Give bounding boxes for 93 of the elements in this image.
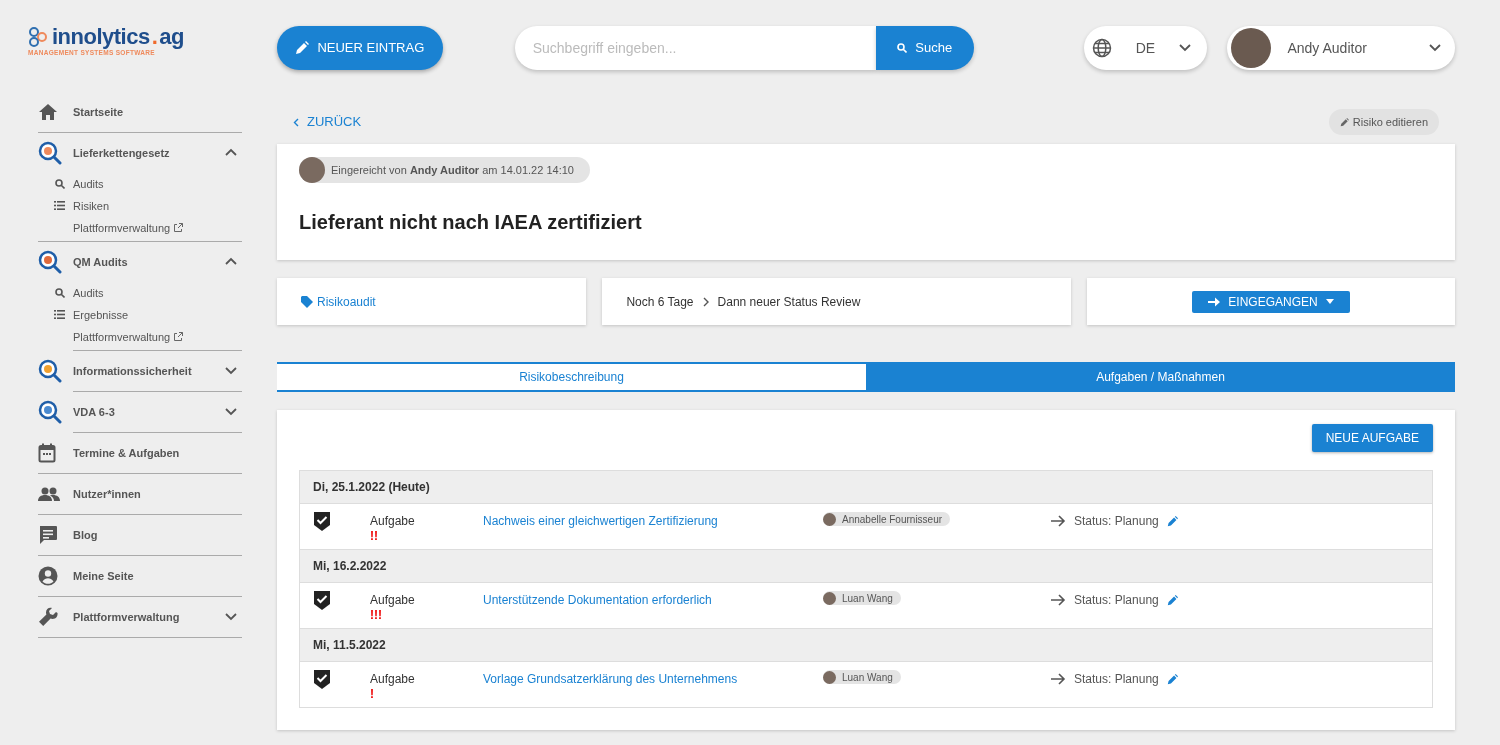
edit-status-button[interactable] — [1166, 594, 1178, 606]
countdown-text: Noch 6 Tage — [626, 293, 694, 311]
edit-status-button[interactable] — [1166, 515, 1178, 527]
sidebar-subitem[interactable]: Audits — [38, 172, 242, 195]
sidebar-item[interactable]: Blog — [38, 514, 242, 555]
list-icon — [54, 310, 65, 320]
list-icon — [54, 201, 65, 211]
sidebar-item[interactable]: Plattformverwaltung — [38, 596, 242, 637]
sidebar-item[interactable]: Lieferkettengesetz — [38, 132, 242, 173]
home-icon — [38, 102, 58, 121]
task-type: Aufgabe — [370, 592, 416, 609]
shield-check-icon — [314, 591, 330, 611]
submitted-by-text: Eingereicht von Andy Auditor am 14.01.22 14:10 — [331, 162, 574, 178]
sidebar-subitem[interactable]: Audits — [38, 281, 242, 304]
search-field[interactable]: Suchbegriff eingeben... — [514, 26, 876, 70]
assignee-chip: Luan Wang — [823, 670, 901, 684]
tag-link[interactable]: Risikoaudit — [301, 292, 376, 311]
new-entry-button[interactable]: NEUER EINTRAG — [277, 26, 443, 70]
magnifier-badge-icon — [38, 249, 62, 274]
chevron-right-icon — [701, 296, 710, 307]
magnifier-badge-icon — [38, 399, 62, 424]
edit-status-button[interactable] — [1166, 673, 1178, 685]
edit-risk-button[interactable]: Risiko editieren — [1328, 108, 1439, 136]
arrow-right-icon — [1051, 673, 1066, 685]
task-status: Status: Planung — [1074, 671, 1159, 688]
tab[interactable]: Aufgaben / Maßnahmen — [866, 364, 1455, 390]
sidebar-item[interactable]: Termine & Aufgaben — [38, 432, 242, 473]
globe-icon — [1091, 38, 1112, 58]
priority-marks: ! — [370, 688, 375, 700]
sidebar-item[interactable]: VDA 6-3 — [38, 391, 242, 432]
arrow-right-icon — [1051, 594, 1066, 606]
avatar — [823, 591, 836, 605]
assignee-chip: Annabelle Fournisseur — [823, 512, 951, 526]
sidebar-subitem[interactable]: Ergebnisse — [38, 303, 242, 326]
chevron-left-icon — [293, 117, 299, 127]
task-link[interactable]: Unterstützende Dokumentation erforderlich — [483, 593, 712, 607]
task-type: Aufgabe — [370, 513, 416, 530]
calendar-icon — [38, 442, 56, 463]
sidebar-item[interactable]: Informationssicherheit — [38, 350, 242, 391]
pencil-icon — [295, 41, 310, 55]
chevron-down-icon — [1429, 44, 1441, 52]
priority-marks: !!! — [370, 609, 383, 621]
caret-down-icon — [1325, 299, 1334, 304]
date-header: Mi, 16.2.2022 — [300, 549, 1432, 583]
search-icon — [55, 178, 65, 189]
users-icon — [38, 486, 60, 501]
status-dropdown-button[interactable]: EINGEGANGEN — [1192, 290, 1350, 313]
search-icon — [897, 43, 908, 53]
search-icon — [55, 287, 65, 298]
task-status: Status: Planung — [1074, 513, 1159, 530]
sidebar-subitem[interactable]: Risiken — [38, 194, 242, 217]
assignee-chip: Luan Wang — [823, 591, 901, 605]
arrow-right-icon — [1208, 295, 1221, 308]
language-dropdown[interactable]: DE — [1083, 26, 1208, 70]
avatar — [299, 157, 325, 183]
sidebar-item[interactable]: Meine Seite — [38, 555, 242, 596]
pencil-icon — [1339, 117, 1349, 127]
avatar — [823, 670, 836, 684]
priority-marks: !! — [370, 530, 379, 542]
logo-hexagon-icon — [28, 26, 48, 48]
chevron-down-icon — [1179, 44, 1192, 52]
shield-check-icon — [314, 512, 330, 532]
date-header: Mi, 11.5.2022 — [300, 628, 1432, 662]
external-link-icon — [174, 223, 184, 233]
tab[interactable]: Risikobeschreibung — [277, 364, 866, 390]
user-circle-icon — [38, 565, 58, 586]
wrench-icon — [38, 606, 58, 627]
sidebar-item[interactable]: QM Audits — [38, 241, 242, 282]
user-menu[interactable]: Andy Auditor — [1227, 26, 1455, 70]
task-link[interactable]: Nachweis einer gleichwertigen Zertifizierung — [483, 514, 718, 528]
external-link-icon — [174, 332, 184, 342]
back-link[interactable]: ZURÜCK — [293, 112, 362, 132]
task-link[interactable]: Vorlage Grundsatzerklärung des Unternehmens — [483, 672, 738, 686]
logo-text: innolytics.ag — [52, 26, 184, 48]
sidebar-item[interactable]: Startseite — [38, 91, 242, 132]
magnifier-badge-icon — [38, 358, 62, 383]
new-task-button[interactable]: NEUE AUFGABE — [1311, 424, 1433, 452]
sidebar-subitem[interactable]: Plattformverwaltung — [38, 216, 242, 239]
avatar — [1231, 28, 1272, 68]
magnifier-badge-icon — [38, 140, 62, 165]
task-status: Status: Planung — [1074, 592, 1159, 609]
shield-check-icon — [314, 670, 330, 690]
next-status-text: Dann neuer Status Review — [717, 293, 861, 311]
tag-icon — [301, 295, 313, 308]
sidebar-item[interactable]: Nutzer*innen — [38, 473, 242, 514]
arrow-right-icon — [1051, 515, 1066, 527]
sidebar-subitem[interactable]: Plattformverwaltung — [38, 325, 242, 348]
date-header: Di, 25.1.2022 (Heute) — [300, 470, 1432, 504]
chat-icon — [38, 524, 58, 545]
search-button[interactable]: Suche — [875, 26, 974, 70]
task-type: Aufgabe — [370, 671, 416, 688]
avatar — [823, 512, 836, 526]
risk-title: Lieferant nicht nach IAEA zertifiziert — [299, 210, 643, 234]
